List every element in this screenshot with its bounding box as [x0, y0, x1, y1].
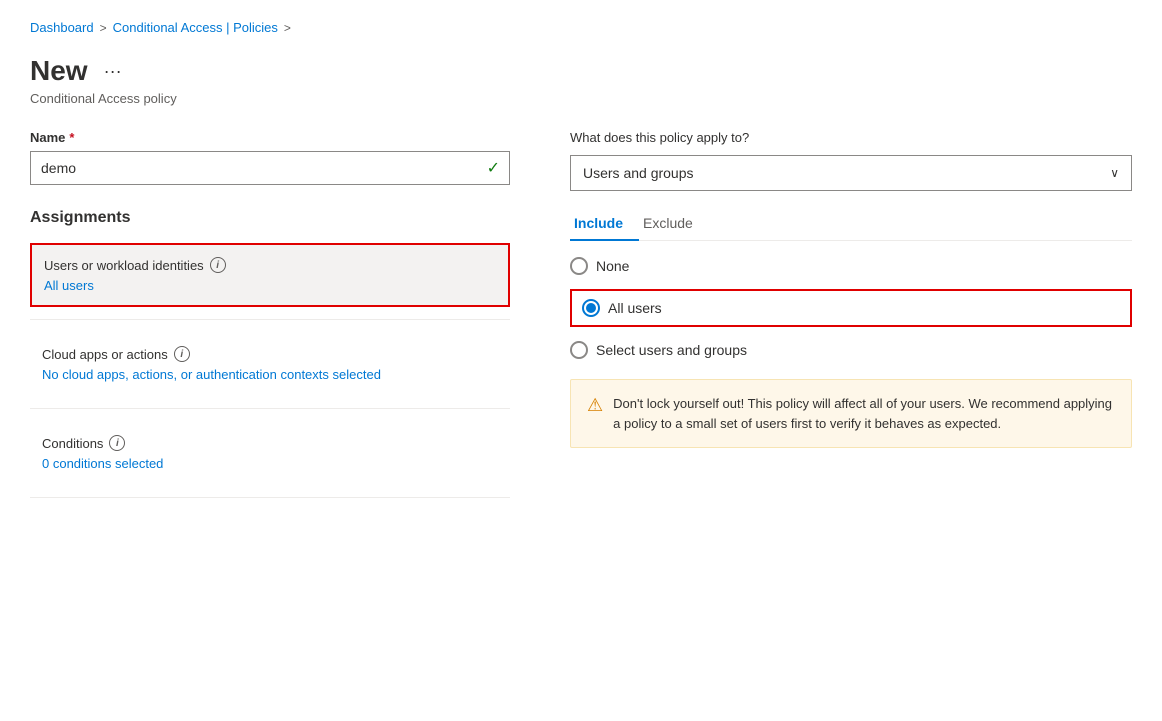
users-value-link[interactable]: All users — [44, 278, 94, 293]
assignment-cloud-apps[interactable]: Cloud apps or actions i No cloud apps, a… — [30, 332, 510, 396]
radio-all-users[interactable]: All users — [570, 289, 1132, 327]
divider-3 — [30, 497, 510, 498]
radio-none[interactable]: None — [570, 257, 1132, 275]
divider-2 — [30, 408, 510, 409]
left-panel: Name * ✓ Assignments Users or workload i… — [30, 130, 510, 510]
conditions-value-link[interactable]: 0 conditions selected — [42, 456, 163, 471]
cloud-info-icon: i — [174, 346, 190, 362]
breadcrumb-dashboard[interactable]: Dashboard — [30, 20, 94, 35]
assignment-conditions-title: Conditions i — [42, 435, 498, 451]
warning-message: Don't lock yourself out! This policy wil… — [613, 394, 1115, 433]
users-info-icon: i — [210, 257, 226, 273]
checkmark-icon: ✓ — [487, 158, 500, 178]
right-panel: What does this policy apply to? Users an… — [570, 130, 1132, 510]
name-label: Name * — [30, 130, 510, 145]
policy-question: What does this policy apply to? — [570, 130, 1132, 145]
assignment-conditions[interactable]: Conditions i 0 conditions selected — [30, 421, 510, 485]
page-title: New — [30, 55, 88, 87]
radio-dot — [586, 303, 596, 313]
policy-applies-to-dropdown[interactable]: Users and groups ∨ — [570, 155, 1132, 191]
dropdown-value: Users and groups — [583, 165, 694, 181]
name-input[interactable] — [30, 151, 510, 185]
radio-all-users-label: All users — [608, 300, 662, 316]
radio-group: None All users Select users and groups — [570, 257, 1132, 359]
page-subtitle: Conditional Access policy — [30, 91, 1132, 106]
tab-exclude[interactable]: Exclude — [639, 207, 709, 241]
assignment-cloud-title: Cloud apps or actions i — [42, 346, 498, 362]
radio-none-label: None — [596, 258, 629, 274]
name-input-wrapper: ✓ — [30, 151, 510, 185]
include-exclude-tabs: Include Exclude — [570, 207, 1132, 241]
main-content: Name * ✓ Assignments Users or workload i… — [30, 130, 1132, 510]
radio-select-users-label: Select users and groups — [596, 342, 747, 358]
more-options-button[interactable]: ··· — [98, 59, 128, 84]
breadcrumb-sep-1: > — [100, 21, 107, 35]
radio-select-users-input[interactable] — [570, 341, 588, 359]
breadcrumb-policies[interactable]: Conditional Access | Policies — [113, 20, 278, 35]
divider-1 — [30, 319, 510, 320]
breadcrumb: Dashboard > Conditional Access | Policie… — [30, 20, 1132, 35]
radio-all-users-input[interactable] — [582, 299, 600, 317]
warning-triangle-icon: ⚠ — [587, 395, 603, 433]
page-header: New ··· Conditional Access policy — [30, 55, 1132, 106]
chevron-down-icon: ∨ — [1110, 166, 1119, 180]
conditions-info-icon: i — [109, 435, 125, 451]
radio-none-input[interactable] — [570, 257, 588, 275]
assignment-users-title: Users or workload identities i — [44, 257, 496, 273]
assignments-title: Assignments — [30, 209, 510, 227]
breadcrumb-sep-2: > — [284, 21, 291, 35]
required-star: * — [69, 130, 74, 145]
assignment-users-workload[interactable]: Users or workload identities i All users — [30, 243, 510, 307]
cloud-value-link[interactable]: No cloud apps, actions, or authenticatio… — [42, 367, 381, 382]
tab-include[interactable]: Include — [570, 207, 639, 241]
warning-box: ⚠ Don't lock yourself out! This policy w… — [570, 379, 1132, 448]
radio-select-users[interactable]: Select users and groups — [570, 341, 1132, 359]
